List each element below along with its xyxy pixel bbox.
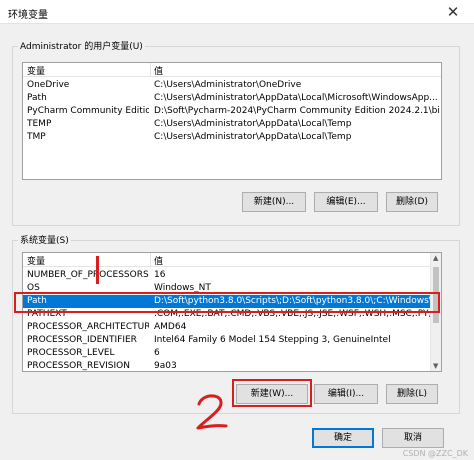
system-edit-button[interactable]: 编辑(I)...: [314, 384, 378, 404]
variable-name: PROCESSOR_IDENTIFIER: [27, 335, 137, 345]
column-header-value[interactable]: 值: [154, 254, 163, 267]
annotation-step-number: [196, 394, 228, 430]
variable-value: D:\Soft\Pycharm-2024\PyCharm Community E…: [154, 106, 440, 116]
variable-value: Intel64 Family 6 Model 154 Stepping 3, G…: [154, 335, 391, 345]
table-row[interactable]: TEMP C:\Users\Administrator\AppData\Loca…: [23, 118, 441, 131]
close-icon[interactable]: ✕: [440, 2, 466, 22]
system-delete-button[interactable]: 删除(L): [386, 384, 438, 404]
variable-name: TEMP: [27, 119, 52, 129]
table-row[interactable]: NUMBER_OF_PROCESSORS 16: [23, 269, 441, 282]
variable-name: NUMBER_OF_PROCESSORS: [27, 270, 149, 280]
annotation-box-new-button: [232, 379, 312, 407]
user-new-button[interactable]: 新建(N)...: [242, 192, 306, 212]
variable-value: C:\Users\Administrator\AppData\Local\Tem…: [154, 132, 352, 142]
user-list-header: 变量 值: [23, 63, 441, 77]
variable-name: PROCESSOR_REVISION: [27, 361, 130, 371]
title-bar: 环境变量 ✕: [0, 0, 474, 24]
system-variables-label: 系统变量(S): [18, 233, 71, 246]
annotation-box-path-row: [14, 292, 440, 313]
scroll-up-icon[interactable]: ▲: [433, 254, 438, 262]
table-row[interactable]: Path C:\Users\Administrator\AppData\Loca…: [23, 92, 441, 105]
scroll-down-icon[interactable]: ▼: [433, 362, 438, 370]
column-header-name[interactable]: 变量: [27, 64, 45, 77]
variable-value: C:\Users\Administrator\AppData\Local\Mic…: [154, 93, 438, 103]
variable-value: 9a03: [154, 361, 177, 371]
table-row[interactable]: OneDrive C:\Users\Administrator\OneDrive: [23, 79, 441, 92]
window-title: 环境变量: [8, 10, 48, 21]
variable-value: AMD64: [154, 322, 187, 332]
user-variables-label: Administrator 的用户变量(U): [18, 39, 145, 52]
variable-name: Path: [27, 93, 47, 103]
variable-name: PROCESSOR_LEVEL: [27, 348, 115, 358]
table-row[interactable]: PROCESSOR_ARCHITECTURE AMD64: [23, 321, 441, 334]
table-row[interactable]: PyCharm Community Edition D:\Soft\Pychar…: [23, 105, 441, 118]
column-header-name[interactable]: 变量: [27, 254, 45, 267]
table-row[interactable]: PROCESSOR_REVISION 9a03: [23, 360, 441, 371]
variable-name: PyCharm Community Edition: [27, 106, 149, 116]
cancel-button[interactable]: 取消: [382, 428, 444, 448]
annotation-marker-line: [96, 256, 99, 284]
watermark: CSDN @ZZC_DK: [402, 449, 468, 458]
variable-name: OneDrive: [27, 80, 70, 90]
variable-value: C:\Users\Administrator\AppData\Local\Tem…: [154, 119, 352, 129]
user-delete-button[interactable]: 删除(D): [386, 192, 438, 212]
variable-value: 6: [154, 348, 160, 358]
table-row[interactable]: PROCESSOR_IDENTIFIER Intel64 Family 6 Mo…: [23, 334, 441, 347]
user-variables-list[interactable]: 变量 值 OneDrive C:\Users\Administrator\One…: [22, 62, 442, 180]
table-row[interactable]: TMP C:\Users\Administrator\AppData\Local…: [23, 131, 441, 144]
column-header-value[interactable]: 值: [154, 64, 163, 77]
system-list-header: 变量 值: [23, 253, 441, 267]
variable-value: 16: [154, 270, 166, 280]
variable-name: PROCESSOR_ARCHITECTURE: [27, 322, 149, 332]
variable-value: C:\Users\Administrator\OneDrive: [154, 80, 302, 90]
variable-name: TMP: [27, 132, 46, 142]
ok-button[interactable]: 确定: [312, 428, 374, 448]
table-row[interactable]: PROCESSOR_LEVEL 6: [23, 347, 441, 360]
user-edit-button[interactable]: 编辑(E)...: [314, 192, 378, 212]
